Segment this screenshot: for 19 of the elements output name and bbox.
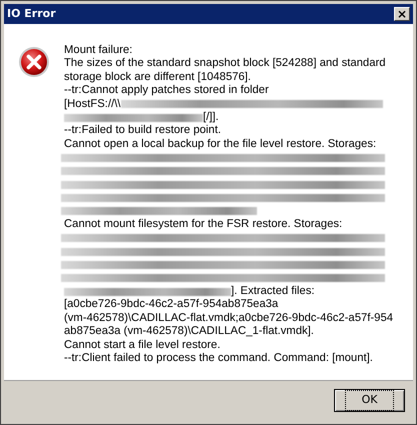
- message-text: --tr:Client failed to process the command. Command: [mount].: [64, 352, 373, 366]
- message-text: Cannot open a local backup for the file level restore. Storages:: [64, 138, 376, 152]
- error-icon: [18, 46, 50, 78]
- message-text: ]. Extracted files:: [231, 285, 315, 298]
- close-button[interactable]: ×: [394, 7, 410, 21]
- message-text: The sizes of the standard snapshot block [524288] and standard: [64, 57, 386, 71]
- message-text: (vm-462578)\CADILLAC-flat.vmdk;a0cbe726-9bdc-46c2-a57f-954: [64, 312, 394, 326]
- ok-button[interactable]: OK: [334, 389, 405, 412]
- message-text: [HostFS://\\: [64, 98, 120, 111]
- window-title: IO Error: [7, 6, 56, 22]
- message-text: storage block are different [1048576].: [64, 70, 251, 84]
- message-text: [/]].: [203, 110, 219, 124]
- message-text: [a0cbe726-9bdc-46c2-a57f-954ab875ea3a: [64, 298, 278, 312]
- message-text: --tr:Cannot apply patches stored in folder: [64, 84, 269, 98]
- message-text: Cannot mount filesystem for the FSR restore. Storages:: [64, 218, 342, 232]
- message-text: Mount failure:: [64, 44, 132, 58]
- message-text: --tr:Failed to build restore point.: [64, 124, 221, 138]
- message-text: Cannot start a file level restore.: [64, 338, 220, 352]
- message-text: ab875ea3a (vm-462578)\CADILLAC_1-flat.vmdk].: [64, 325, 314, 339]
